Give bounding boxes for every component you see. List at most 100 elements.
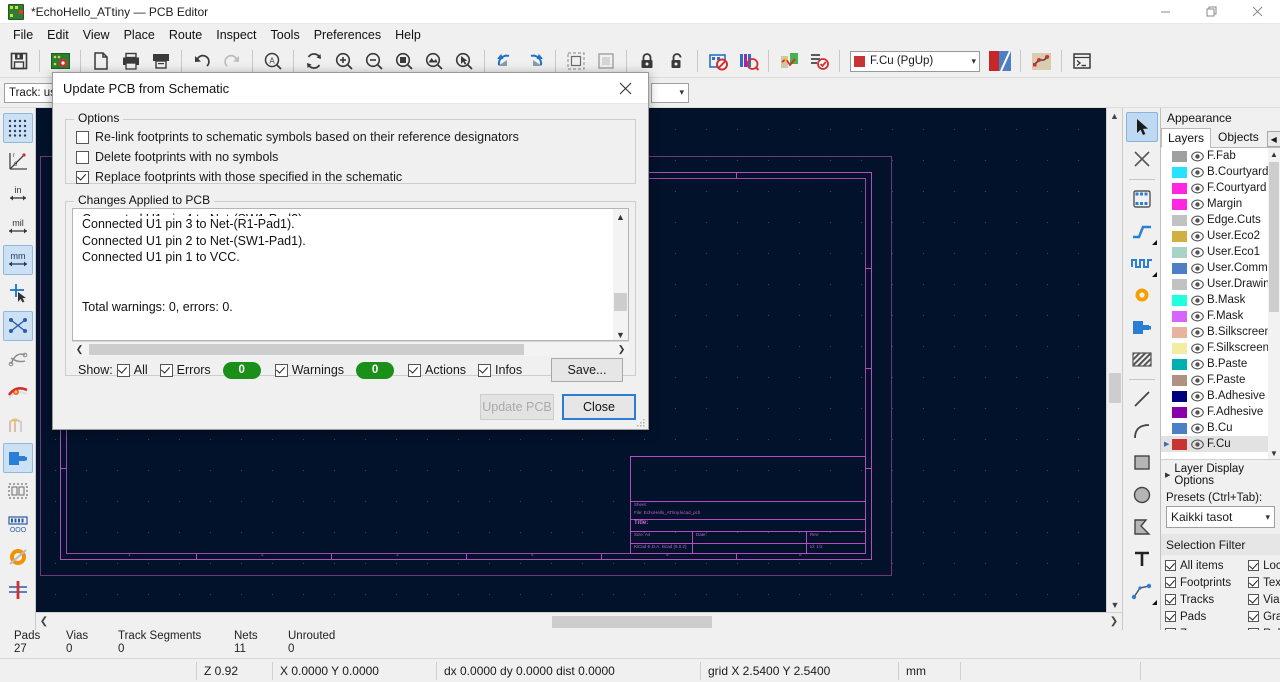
layer-color-swatch[interactable] <box>1172 214 1187 226</box>
layer-row-edge-cuts[interactable]: Edge.Cuts <box>1161 212 1280 228</box>
unlock-icon[interactable] <box>662 47 692 76</box>
close-icon[interactable] <box>602 73 648 104</box>
layer-color-swatch[interactable] <box>1172 326 1187 338</box>
layer-row-b-silkscreen[interactable]: B.Silkscreen <box>1161 324 1280 340</box>
layer-color-swatch[interactable] <box>1172 150 1187 162</box>
restore-icon[interactable] <box>1188 0 1234 24</box>
layer-row-b-paste[interactable]: B.Paste <box>1161 356 1280 372</box>
layer-color-swatch[interactable] <box>1172 294 1187 306</box>
menu-inspect[interactable]: Inspect <box>209 26 263 44</box>
layer-row-b-cu[interactable]: B.Cu <box>1161 420 1280 436</box>
show-filter-warnings[interactable]: Warnings <box>274 363 344 377</box>
layer-color-swatch[interactable] <box>1172 374 1187 386</box>
checkbox[interactable] <box>76 170 89 184</box>
layer-color-swatch[interactable] <box>1172 278 1187 290</box>
layer-row-f-paste[interactable]: F.Paste <box>1161 372 1280 388</box>
log-hscroll-thumb[interactable] <box>89 343 524 355</box>
menu-edit[interactable]: Edit <box>40 26 76 44</box>
checkbox[interactable] <box>116 363 130 377</box>
route-track-icon[interactable] <box>1126 216 1158 246</box>
menu-file[interactable]: File <box>6 26 40 44</box>
place-footprint-icon[interactable] <box>1126 184 1158 214</box>
changes-log[interactable]: Connected U1 pin 4 to Net-(SW1-Pad2). Co… <box>72 208 629 341</box>
checkbox[interactable] <box>478 363 492 377</box>
show-filter-actions[interactable]: Actions <box>408 363 466 377</box>
log-vertical-scrollbar[interactable]: ▲ ▼ <box>613 209 628 340</box>
hscroll-thumb[interactable] <box>552 615 712 628</box>
chevron-left-icon[interactable]: ◀ <box>1266 131 1280 147</box>
scroll-down-icon[interactable]: ▼ <box>613 327 628 340</box>
scroll-up-icon[interactable]: ▲ <box>1268 148 1280 161</box>
zone-outline-icon[interactable] <box>3 476 33 506</box>
save-icon[interactable] <box>4 47 34 76</box>
filter-all-items[interactable]: All items <box>1165 557 1240 574</box>
option-row-0[interactable]: Re-link footprints to schematic symbols … <box>76 127 635 147</box>
scroll-down-icon[interactable]: ▼ <box>1107 597 1123 612</box>
log-scroll-thumb[interactable] <box>614 293 627 311</box>
eye-icon[interactable] <box>1191 375 1204 386</box>
layer-row-f-adhesive[interactable]: F.Adhesive <box>1161 404 1280 420</box>
layer-row-f-fab[interactable]: F.Fab <box>1161 148 1280 164</box>
checkbox[interactable] <box>159 363 173 377</box>
layer-row-margin[interactable]: Margin <box>1161 196 1280 212</box>
units-mils-icon[interactable]: mil <box>3 212 33 242</box>
eye-icon[interactable] <box>1191 359 1204 370</box>
scroll-up-icon[interactable]: ▲ <box>1107 108 1122 123</box>
menu-view[interactable]: View <box>76 26 117 44</box>
units-mm-icon[interactable]: mm <box>2 245 33 275</box>
menu-tools[interactable]: Tools <box>264 26 307 44</box>
update-pcb-button[interactable]: Update PCB <box>480 394 554 420</box>
menu-help[interactable]: Help <box>388 26 428 44</box>
checkbox[interactable] <box>1165 560 1176 571</box>
layer-color-swatch[interactable] <box>1172 358 1187 370</box>
scripting-console-icon[interactable] <box>1067 47 1097 76</box>
eye-icon[interactable] <box>1191 439 1204 450</box>
footprint-text-icon[interactable]: OOO <box>3 509 33 539</box>
draw-arc-icon[interactable] <box>1126 416 1158 446</box>
save-button[interactable]: Save... <box>551 358 623 382</box>
eye-icon[interactable] <box>1191 263 1204 274</box>
eye-icon[interactable] <box>1191 151 1204 162</box>
layer-color-swatch[interactable] <box>1172 166 1187 178</box>
layer-color-swatch[interactable] <box>1172 246 1187 258</box>
eye-icon[interactable] <box>1191 183 1204 194</box>
layer-color-swatch[interactable] <box>1172 262 1187 274</box>
close-icon[interactable] <box>1234 0 1280 24</box>
draw-circle-icon[interactable] <box>1126 480 1158 510</box>
layer-row-user-drawings[interactable]: User.Drawings <box>1161 276 1280 292</box>
checkbox[interactable] <box>408 363 422 377</box>
close-button[interactable]: Close <box>562 394 636 420</box>
checkbox[interactable] <box>1248 594 1260 605</box>
layer-row-f-silkscreen[interactable]: F.Silkscreen <box>1161 340 1280 356</box>
presets-select[interactable]: Kaikki tasot ▾ <box>1166 506 1275 528</box>
show-filter-infos[interactable]: Infos <box>478 363 522 377</box>
layer-list[interactable]: F.Fab B.Courtyard F.Courtyard Margin Edge.Cu… <box>1161 148 1280 460</box>
eye-icon[interactable] <box>1191 327 1204 338</box>
grid-select[interactable]: ▾ <box>651 82 689 103</box>
pad-fill-icon[interactable] <box>2 443 33 473</box>
menu-place[interactable]: Place <box>117 26 162 44</box>
checkbox[interactable] <box>1248 560 1260 571</box>
layer-color-swatch[interactable] <box>1172 310 1187 322</box>
eye-icon[interactable] <box>1191 231 1204 242</box>
select-tool-icon[interactable] <box>1125 112 1158 142</box>
filter-tracks[interactable]: Tracks <box>1165 591 1240 608</box>
show-filter-all[interactable]: All <box>116 363 148 377</box>
layer-row-b-mask[interactable]: B.Mask <box>1161 292 1280 308</box>
active-layer-select[interactable]: F.Cu (PgUp) ▾ <box>850 50 980 72</box>
checkbox[interactable] <box>1248 577 1260 588</box>
polar-coords-icon[interactable]: rθ <box>3 146 33 176</box>
checkbox[interactable] <box>76 130 89 144</box>
eye-icon[interactable] <box>1191 391 1204 402</box>
layer-color-swatch[interactable] <box>1172 390 1187 402</box>
checkbox[interactable] <box>76 150 89 164</box>
layer-color-swatch[interactable] <box>1172 342 1187 354</box>
eye-icon[interactable] <box>1191 407 1204 418</box>
highlight-net-icon[interactable] <box>1126 144 1158 174</box>
tune-length-icon[interactable] <box>1126 248 1158 278</box>
units-inches-icon[interactable]: in <box>3 179 33 209</box>
layer-color-swatch[interactable] <box>1172 422 1187 434</box>
eye-icon[interactable] <box>1191 199 1204 210</box>
eye-icon[interactable] <box>1191 247 1204 258</box>
hscroll-track[interactable] <box>52 613 1106 631</box>
